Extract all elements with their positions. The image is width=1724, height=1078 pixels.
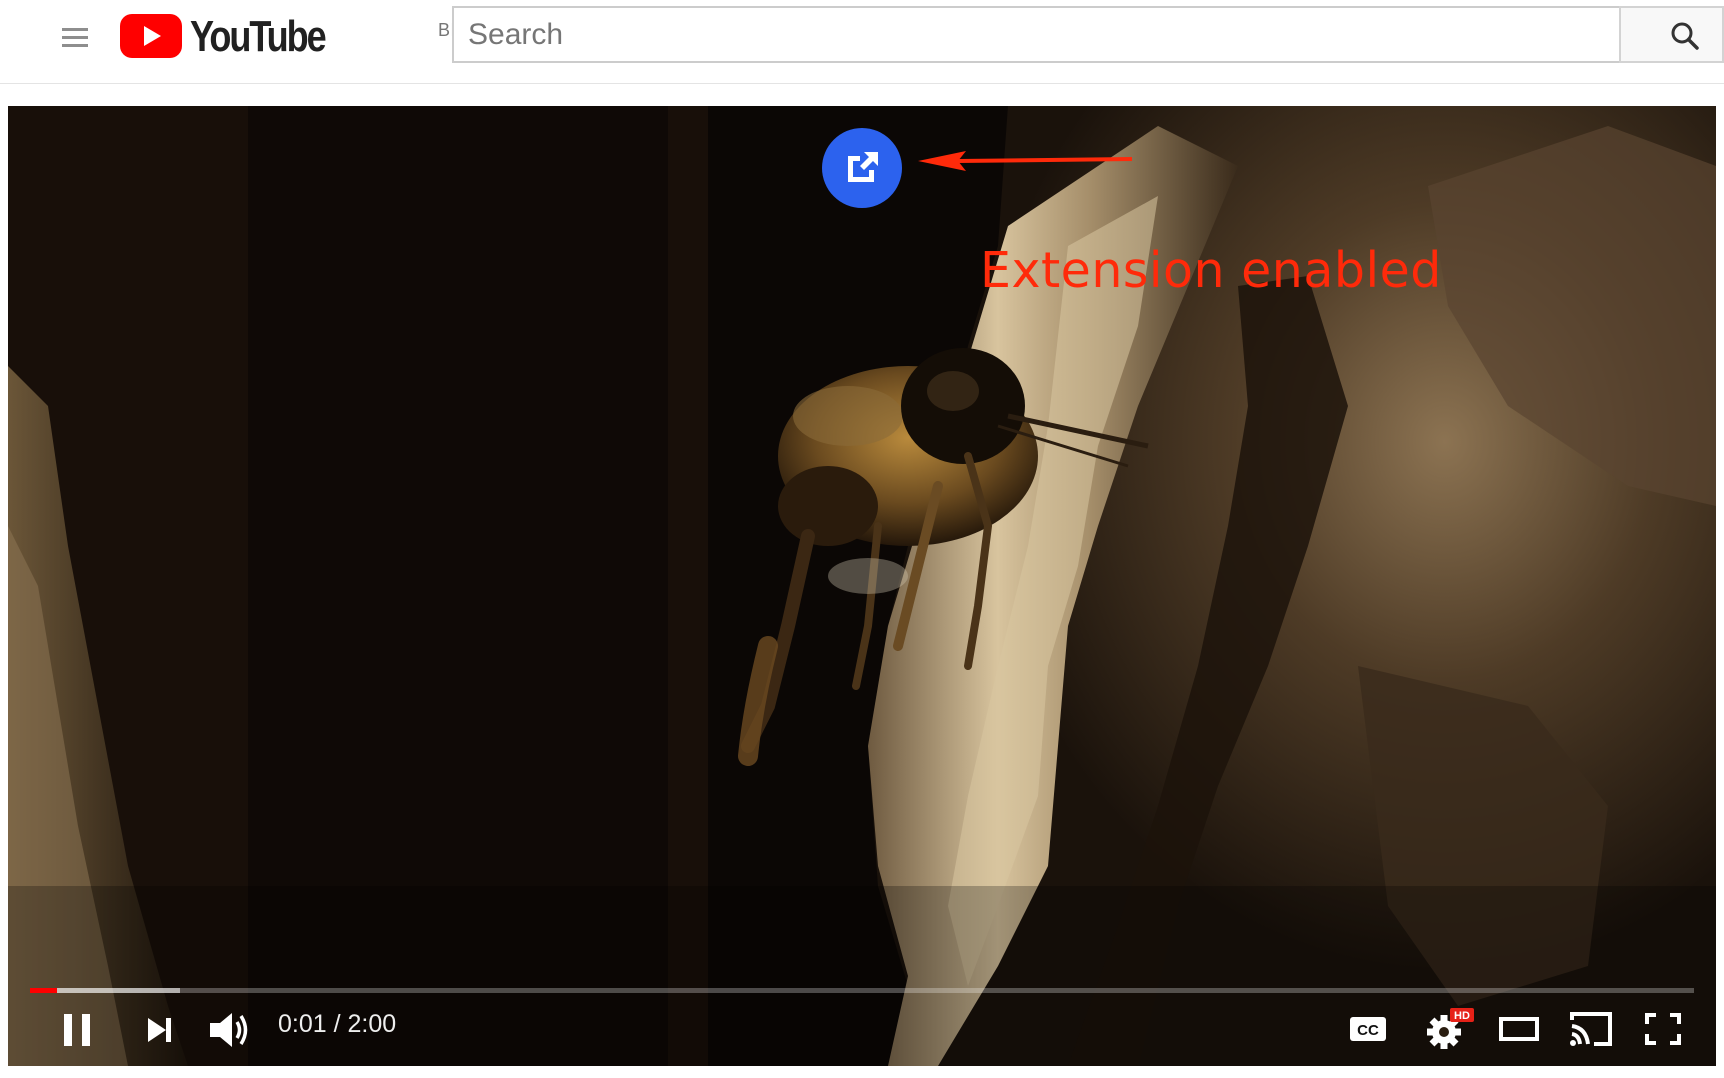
- theater-mode-icon: [1499, 1017, 1539, 1041]
- cc-text: CC: [1357, 1022, 1379, 1039]
- menu-icon[interactable]: [58, 24, 94, 52]
- cast-button[interactable]: [1568, 1010, 1614, 1048]
- subtitles-icon: CC: [1350, 1017, 1386, 1041]
- open-external-icon: [848, 152, 878, 182]
- youtube-play-icon: [120, 14, 182, 58]
- cast-icon: [1570, 1012, 1612, 1046]
- duration: 2:00: [347, 1010, 397, 1038]
- pause-icon: [64, 1014, 90, 1046]
- next-icon: [148, 1018, 171, 1042]
- logo-text: YouTube: [190, 12, 327, 61]
- hd-badge: HD: [1454, 1010, 1470, 1022]
- volume-button[interactable]: [208, 1010, 252, 1050]
- volume-icon: [210, 1013, 248, 1047]
- youtube-logo[interactable]: YouTube BR: [120, 12, 464, 62]
- next-button[interactable]: [144, 1014, 176, 1046]
- pause-button[interactable]: [58, 1012, 98, 1048]
- annotation-arrow: [918, 151, 1133, 171]
- annotation-label: Extension enabled: [980, 242, 1442, 299]
- time-display: 0:01 / 2:00: [278, 1010, 396, 1039]
- search-icon: [1671, 22, 1699, 50]
- theater-mode-button[interactable]: [1498, 1014, 1540, 1044]
- current-time: 0:01: [278, 1010, 327, 1038]
- video-frame[interactable]: [8, 106, 1716, 1066]
- progress-bar[interactable]: [30, 988, 1694, 993]
- time-separator: /: [326, 1010, 348, 1038]
- pip-extension-button[interactable]: [822, 128, 902, 208]
- subtitles-button[interactable]: CC: [1348, 1014, 1388, 1044]
- video-player[interactable]: Extension enabled 0:01 / 2:00 CC HD: [8, 106, 1716, 1066]
- search-button[interactable]: [1619, 6, 1724, 63]
- settings-button[interactable]: HD: [1424, 1006, 1476, 1050]
- masthead: YouTube BR: [0, 0, 1724, 84]
- settings-icon: HD: [1427, 1008, 1474, 1049]
- fullscreen-button[interactable]: [1644, 1012, 1682, 1046]
- search-box: [452, 6, 1620, 63]
- progress-played: [30, 988, 57, 993]
- fullscreen-icon: [1645, 1013, 1681, 1045]
- search-input[interactable]: [454, 8, 1620, 61]
